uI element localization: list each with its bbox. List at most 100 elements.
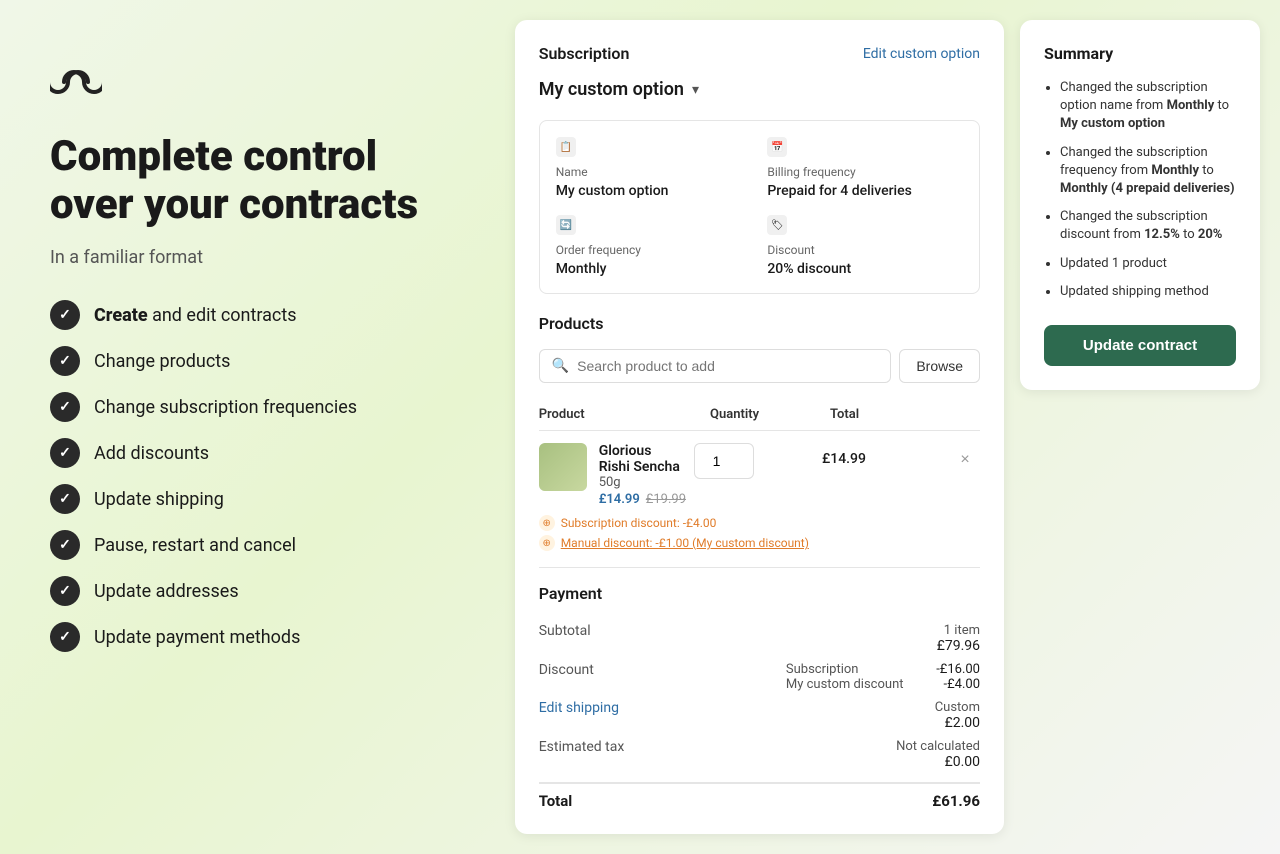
tax-label: Estimated tax	[539, 739, 625, 755]
subscription-discount-item: ⊕ Subscription discount: -£4.00	[539, 515, 980, 531]
tax-values: Not calculated £0.00	[896, 739, 980, 770]
from-monthly-2: Monthly	[1151, 163, 1199, 178]
detail-discount: 🏷 Discount 20% discount	[767, 215, 963, 277]
chevron-down-icon: ▾	[692, 82, 699, 98]
discount-sub2-value: -£4.00	[944, 677, 981, 692]
subscription-discount-label: Subscription discount: -£4.00	[561, 516, 717, 530]
from-monthly: Monthly	[1167, 98, 1215, 113]
summary-card: Summary Changed the subscription option …	[1020, 20, 1260, 390]
feature-label: Update payment methods	[94, 627, 300, 648]
subscription-selected: My custom option	[539, 79, 684, 100]
discount-row: Discount Subscription -£16.00 My custom …	[539, 658, 980, 696]
product-name: Glorious Rishi Sencha	[599, 443, 686, 475]
price-current: £14.99	[599, 492, 640, 507]
price-original: £19.99	[646, 492, 686, 507]
feature-list: Create and edit contracts Change product…	[50, 300, 455, 652]
product-search-row: 🔍 Browse	[539, 349, 980, 383]
discount-sub1-label: Subscription	[786, 662, 859, 677]
products-header: Products	[539, 314, 980, 333]
feature-label: Change products	[94, 351, 230, 372]
product-size: 50g	[599, 475, 686, 490]
billing-value: Prepaid for 4 deliveries	[767, 183, 963, 199]
summary-item-4: Updated 1 product	[1060, 255, 1236, 273]
name-icon: 📋	[556, 137, 576, 157]
shipping-row: Edit shipping Custom £2.00	[539, 696, 980, 735]
section-divider	[539, 567, 980, 568]
check-icon	[50, 346, 80, 376]
feature-item: Add discounts	[50, 438, 455, 468]
product-details: Glorious Rishi Sencha 50g £14.99 £19.99	[599, 443, 686, 507]
total-label: Total	[539, 792, 573, 810]
billing-label: Billing frequency	[767, 165, 963, 179]
feature-item: Change products	[50, 346, 455, 376]
hero-title: Complete control over your contracts	[50, 133, 455, 230]
feature-bold: Create	[94, 305, 148, 326]
to-prepaid: Monthly (4 prepaid deliveries)	[1060, 181, 1235, 196]
discount-icon: 🏷	[767, 215, 787, 235]
from-discount: 12.5%	[1144, 227, 1180, 242]
products-section: Products 🔍 Browse Product Quantity Total	[539, 314, 980, 551]
subscription-discount-icon: ⊕	[539, 515, 555, 531]
summary-list: Changed the subscription option name fro…	[1044, 79, 1236, 301]
frequency-icon: 🔄	[556, 215, 576, 235]
subtotal-label: Subtotal	[539, 623, 591, 639]
edit-shipping-link[interactable]: Edit shipping	[539, 700, 619, 716]
subtotal-value: £79.96	[937, 638, 980, 654]
total-row: Total £61.96	[539, 782, 980, 810]
discount-values: Subscription -£16.00 My custom discount …	[786, 662, 980, 692]
payment-section: Payment Subtotal 1 item £79.96 Discount …	[539, 584, 980, 810]
discount-rows: ⊕ Subscription discount: -£4.00 ⊕ Manual…	[539, 515, 980, 551]
feature-item: Pause, restart and cancel	[50, 530, 455, 560]
product-table-header: Product Quantity Total	[539, 399, 980, 431]
product-quantity-cell	[694, 443, 814, 479]
logo	[50, 68, 455, 103]
manual-discount-item[interactable]: ⊕ Manual discount: -£1.00 (My custom dis…	[539, 535, 980, 551]
total-value: £61.96	[932, 792, 980, 810]
main-card: Subscription Edit custom option My custo…	[515, 20, 1004, 834]
update-contract-button[interactable]: Update contract	[1044, 325, 1236, 366]
feature-label: Update addresses	[94, 581, 239, 602]
remove-product-button[interactable]: ×	[950, 443, 980, 469]
col-product: Product	[539, 407, 710, 422]
check-icon	[50, 530, 80, 560]
quantity-input[interactable]	[694, 443, 754, 479]
name-value: My custom option	[556, 183, 752, 199]
detail-name: 📋 Name My custom option	[556, 137, 752, 199]
search-icon: 🔍	[552, 358, 569, 374]
search-input-wrap[interactable]: 🔍	[539, 349, 892, 383]
check-icon	[50, 300, 80, 330]
discount-sub2-label: My custom discount	[786, 677, 904, 692]
feature-item: Create and edit contracts	[50, 300, 455, 330]
subtotal-items: 1 item	[937, 623, 980, 638]
name-label: Name	[556, 165, 752, 179]
subscription-header: Subscription Edit custom option	[539, 44, 980, 63]
check-icon	[50, 576, 80, 606]
check-icon	[50, 484, 80, 514]
feature-label: Add discounts	[94, 443, 209, 464]
feature-label: Create and edit contracts	[94, 305, 297, 326]
discount-sub1-value: -£16.00	[936, 662, 980, 677]
search-product-input[interactable]	[577, 358, 878, 374]
discount-value: 20% discount	[767, 261, 963, 277]
subscription-dropdown[interactable]: My custom option ▾	[539, 79, 980, 100]
tax-row: Estimated tax Not calculated £0.00	[539, 735, 980, 774]
check-icon	[50, 392, 80, 422]
browse-button[interactable]: Browse	[899, 349, 980, 383]
discount-payment-label: Discount	[539, 662, 594, 678]
detail-order-frequency: 🔄 Order frequency Monthly	[556, 215, 752, 277]
feature-item: Update shipping	[50, 484, 455, 514]
check-icon	[50, 438, 80, 468]
feature-label: Update shipping	[94, 489, 224, 510]
to-custom: My custom option	[1060, 116, 1165, 131]
summary-item-2: Changed the subscription frequency from …	[1060, 144, 1236, 199]
subscription-title: Subscription	[539, 44, 630, 63]
product-total: £14.99	[822, 443, 942, 467]
right-panel: Subscription Edit custom option My custo…	[505, 0, 1280, 854]
manual-discount-label[interactable]: Manual discount: -£1.00 (My custom disco…	[561, 536, 809, 550]
manual-discount-icon: ⊕	[539, 535, 555, 551]
edit-custom-option-link[interactable]: Edit custom option	[863, 46, 980, 62]
detail-billing: 📅 Billing frequency Prepaid for 4 delive…	[767, 137, 963, 199]
payment-title: Payment	[539, 584, 980, 603]
order-freq-label: Order frequency	[556, 243, 752, 257]
col-actions	[950, 407, 980, 422]
